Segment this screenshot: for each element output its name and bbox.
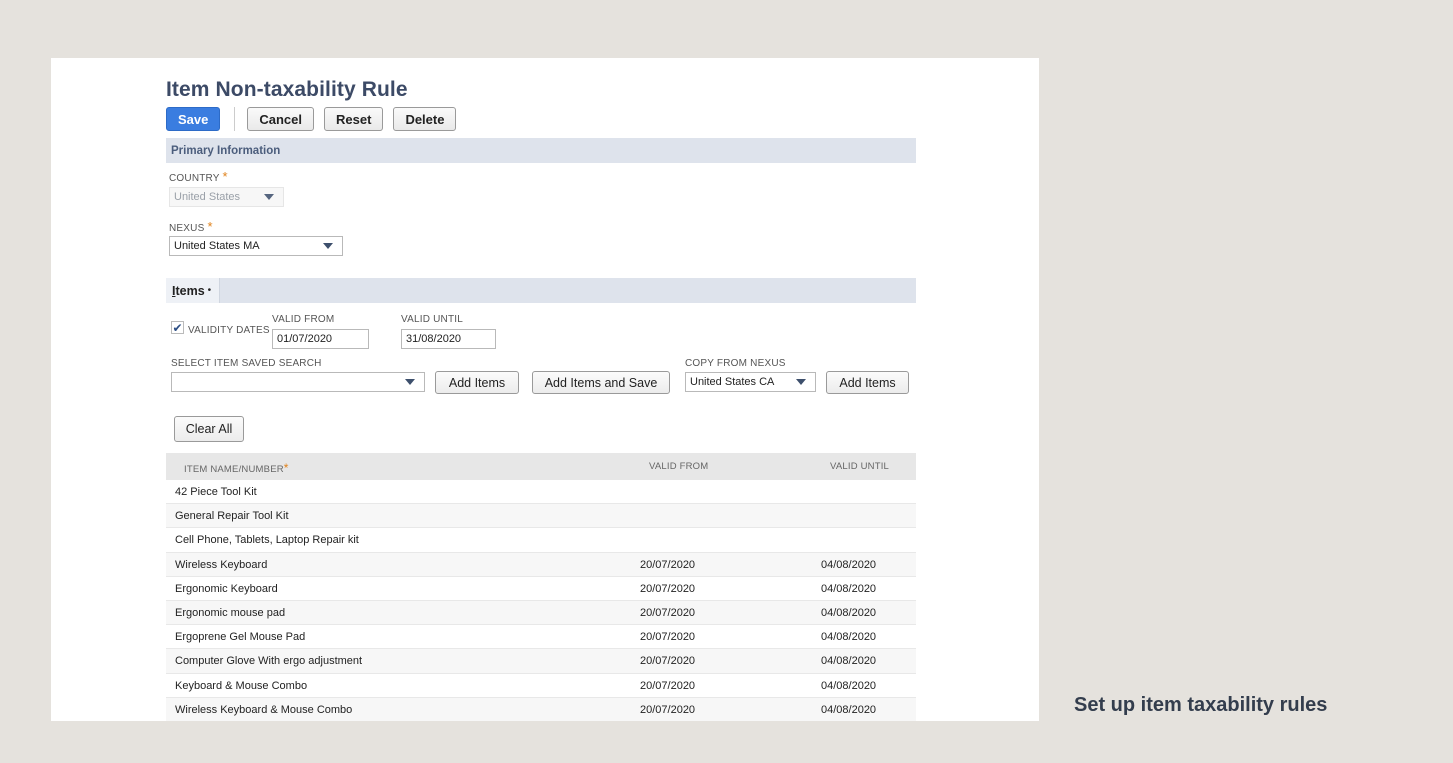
item-name-cell: Ergonomic Keyboard — [175, 582, 278, 595]
valid-from-cell: 20/07/2020 — [640, 703, 696, 716]
add-items-button[interactable]: Add Items — [435, 371, 519, 394]
valid-from-cell: 20/07/2020 — [640, 679, 696, 692]
col-valid-until: VALID UNTIL — [830, 461, 890, 472]
item-name-cell: Wireless Keyboard — [175, 558, 268, 571]
table-row[interactable]: Computer Glove With ergo adjustment 20/07… — [166, 649, 916, 674]
saved-search-label: SELECT ITEM SAVED SEARCH — [171, 358, 322, 369]
item-name-cell: Ergoprene Gel Mouse Pad — [175, 631, 306, 644]
valid-until-cell: 04/08/2020 — [821, 606, 877, 619]
required-marker: * — [222, 169, 228, 184]
copy-from-nexus-select[interactable]: United States CA — [685, 372, 816, 392]
table-row[interactable]: Ergoprene Gel Mouse Pad 20/07/2020 04/08/2… — [166, 625, 916, 650]
nexus-value: United States MA — [174, 240, 260, 252]
primary-information-label: Primary Information — [171, 144, 281, 157]
page-title: Item Non-taxability Rule — [166, 78, 408, 101]
item-name-cell: Computer Glove With ergo adjustment — [175, 655, 363, 668]
table-row[interactable]: General Repair Tool Kit — [166, 504, 916, 529]
valid-from-cell: 20/07/2020 — [640, 631, 696, 644]
valid-until-cell: 04/08/2020 — [821, 582, 877, 595]
valid-until-cell: 04/08/2020 — [821, 679, 877, 692]
required-marker: * — [283, 461, 289, 475]
saved-search-select[interactable] — [171, 372, 425, 392]
country-label: COUNTRY * — [169, 169, 228, 184]
table-header: ITEM NAME/NUMBER* VALID FROM VALID UNTIL — [166, 453, 916, 480]
copy-from-nexus-value: United States CA — [690, 376, 775, 388]
country-select: United States — [169, 187, 284, 207]
add-items-and-save-button[interactable]: Add Items and Save — [532, 371, 670, 394]
table-body: 42 Piece Tool Kit General Repair Tool Kit… — [166, 480, 916, 721]
chevron-down-icon — [796, 379, 806, 385]
valid-from-cell: 20/07/2020 — [640, 558, 696, 571]
nexus-select[interactable]: United States MA — [169, 236, 343, 256]
item-name-cell: Cell Phone, Tablets, Laptop Repair kit — [175, 534, 359, 547]
country-value: United States — [174, 191, 241, 203]
valid-until-label: VALID UNTIL — [401, 314, 464, 325]
valid-until-cell: 04/08/2020 — [821, 558, 877, 571]
delete-button[interactable]: Delete — [393, 107, 457, 131]
nexus-label: NEXUS * — [169, 219, 213, 234]
country-label-text: COUNTRY — [169, 173, 220, 184]
items-tab-label: tems — [175, 283, 205, 298]
col-valid-from: VALID FROM — [649, 461, 709, 472]
valid-until-cell: 04/08/2020 — [821, 655, 877, 668]
chevron-down-icon — [405, 379, 415, 385]
valid-from-label: VALID FROM — [272, 314, 335, 325]
valid-until-input[interactable]: 31/08/2020 — [401, 329, 496, 349]
tab-items[interactable]: Items • — [166, 278, 221, 303]
validity-dates-checkbox[interactable]: ✔ — [171, 321, 184, 334]
table-row[interactable]: Cell Phone, Tablets, Laptop Repair kit — [166, 528, 916, 553]
save-button[interactable]: Save — [166, 107, 221, 131]
valid-from-cell: 20/07/2020 — [640, 606, 696, 619]
item-name-cell: General Repair Tool Kit — [175, 510, 289, 523]
items-subtab-bar: Items • — [166, 278, 916, 303]
validity-dates-label: VALIDITY DATES — [188, 325, 270, 336]
table-row[interactable]: Ergonomic Keyboard 20/07/2020 04/08/2020 — [166, 577, 916, 601]
form-panel: Item Non-taxability Rule Save Cancel Res… — [51, 58, 1039, 721]
cancel-button[interactable]: Cancel — [247, 107, 315, 131]
reset-button[interactable]: Reset — [324, 107, 384, 131]
table-row[interactable]: Wireless Keyboard & Mouse Combo 20/07/202… — [166, 697, 916, 721]
items-tab-dot: • — [207, 285, 212, 296]
items-table: ITEM NAME/NUMBER* VALID FROM VALID UNTIL… — [166, 453, 916, 721]
primary-information-header: Primary Information — [166, 138, 916, 163]
chevron-down-icon — [323, 243, 333, 249]
checkmark-icon: ✔ — [172, 320, 183, 335]
valid-from-cell: 20/07/2020 — [640, 655, 696, 668]
copy-add-items-button[interactable]: Add Items — [826, 371, 909, 394]
table-row[interactable]: 42 Piece Tool Kit — [166, 480, 916, 505]
table-row[interactable]: Keyboard & Mouse Combo 20/07/2020 04/08/20… — [166, 674, 916, 698]
table-row[interactable]: Ergonomic mouse pad 20/07/2020 04/08/2020 — [166, 600, 916, 626]
toolbar-divider — [234, 107, 236, 131]
valid-until-cell: 04/08/2020 — [821, 703, 877, 716]
item-name-cell: Keyboard & Mouse Combo — [175, 679, 308, 692]
table-row[interactable]: Wireless Keyboard 20/07/2020 04/08/2020 — [166, 552, 916, 577]
caption: Set up item taxability rules — [1074, 694, 1328, 716]
required-marker: * — [207, 219, 213, 234]
clear-all-button[interactable]: Clear All — [174, 416, 244, 442]
col-item-name-text: ITEM NAME/NUMBER — [184, 464, 284, 475]
item-name-cell: 42 Piece Tool Kit — [175, 486, 257, 498]
valid-until-cell: 04/08/2020 — [821, 631, 877, 644]
col-item-name: ITEM NAME/NUMBER* — [184, 461, 289, 475]
valid-from-input[interactable]: 01/07/2020 — [272, 329, 369, 349]
nexus-label-text: NEXUS — [169, 223, 205, 234]
valid-from-cell: 20/07/2020 — [640, 582, 696, 595]
toolbar: Save Cancel Reset Delete — [166, 107, 457, 131]
item-name-cell: Ergonomic mouse pad — [175, 606, 286, 619]
item-name-cell: Wireless Keyboard & Mouse Combo — [175, 703, 353, 716]
copy-from-nexus-label: COPY FROM NEXUS — [685, 358, 786, 369]
chevron-down-icon — [264, 194, 274, 200]
